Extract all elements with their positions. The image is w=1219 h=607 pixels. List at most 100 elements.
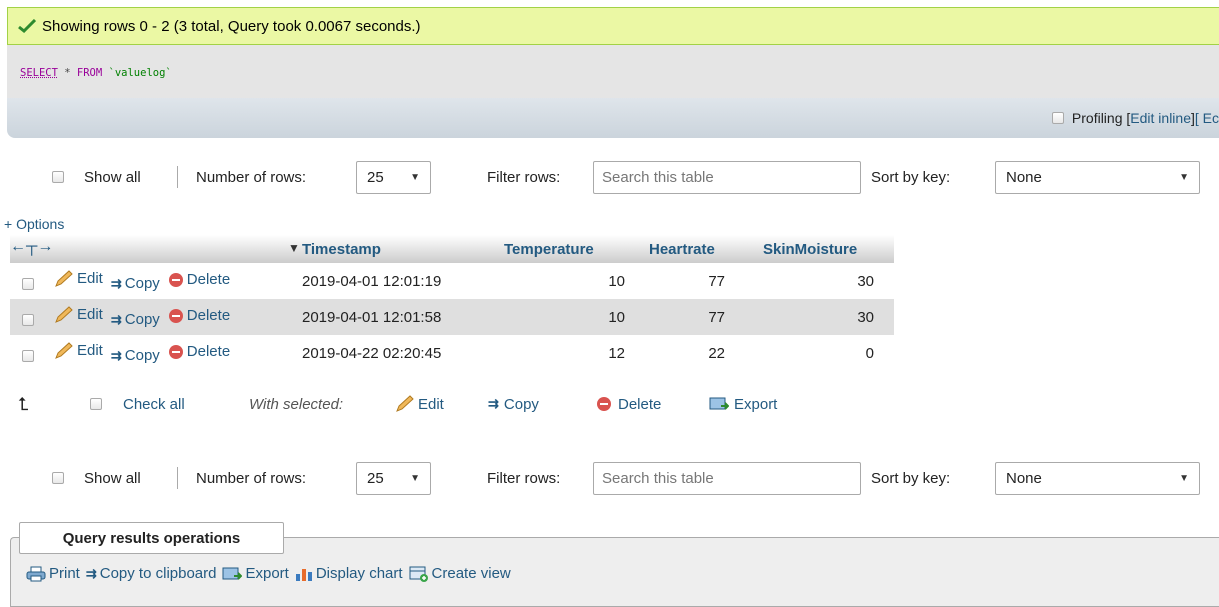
row-checkbox[interactable] [22, 349, 34, 362]
row-edit-button[interactable]: Edit [54, 342, 103, 360]
delete-icon [168, 272, 183, 287]
success-message: Showing rows 0 - 2 (3 total, Query took … [7, 7, 1219, 45]
number-of-rows-select[interactable]: 25 ▼ [356, 461, 431, 495]
delete-icon [597, 397, 611, 411]
row-copy-button[interactable]: ⇉ Copy [111, 347, 160, 364]
row-copy-button[interactable]: ⇉ Copy [111, 311, 160, 328]
number-of-rows-select[interactable]: 25 ▼ [356, 160, 431, 194]
export-link[interactable]: Export [222, 565, 289, 582]
create-view-link[interactable]: Create view [409, 565, 511, 582]
profiling-bar: Profiling [Edit inline] [ Ec [7, 98, 1219, 138]
column-header-skinmoisture[interactable]: SkinMoisture [755, 235, 894, 263]
sql-query: SELECT * FROM `valuelog` [20, 67, 172, 79]
row-delete-button[interactable]: Delete [168, 343, 230, 360]
profiling-label: Profiling [1071, 110, 1123, 126]
copy-icon: ⇉ [110, 275, 122, 291]
navigation-bottom: Show all Number of rows: 25 ▼ Filter rows… [0, 460, 1219, 496]
row-actions: Edit ⇉ Copy Delete [10, 299, 294, 335]
row-edit-button[interactable]: Edit [54, 270, 103, 288]
pencil-icon [55, 342, 73, 359]
arrow-up-left-icon: ⮤ [18, 393, 29, 414]
divider [177, 467, 178, 489]
results-table: ←┬→ ▼ Timestamp Temperature Heartrate Sk… [10, 235, 894, 371]
success-text: Showing rows 0 - 2 (3 total, Query took … [42, 17, 421, 35]
display-chart-link[interactable]: Display chart [295, 565, 403, 582]
pencil-icon [55, 270, 73, 287]
row-delete-button[interactable]: Delete [168, 307, 230, 324]
cell-temperature: 12 [608, 344, 625, 362]
cell-skinmoisture: 0 [865, 344, 874, 362]
create-view-icon [409, 566, 428, 582]
query-results-operations-title: Query results operations [19, 522, 284, 554]
table-row: Edit ⇉ Copy Delete 2019-04-01 12:01:58 10 7… [10, 299, 894, 335]
delete-icon [168, 344, 183, 359]
table-row: Edit ⇉ Copy Delete 2019-04-22 02:20:45 12 2… [10, 335, 894, 371]
row-checkbox[interactable] [22, 313, 34, 326]
dropdown-arrow-icon: ▼ [410, 171, 420, 183]
bar-chart-icon [295, 568, 312, 581]
filter-rows-input[interactable]: Search this table [593, 160, 861, 194]
show-all-checkbox[interactable] [52, 171, 64, 183]
edit-inline-link[interactable]: Edit inline [1130, 110, 1191, 126]
cell-skinmoisture: 30 [857, 272, 874, 290]
filter-rows-label: Filter rows: [487, 469, 561, 487]
resize-arrows-icon[interactable]: ←┬→ [10, 238, 53, 256]
copy-icon: ⇉ [110, 311, 122, 327]
sql-keyword-select[interactable]: SELECT [20, 67, 58, 79]
row-actions: Edit ⇉ Copy Delete [10, 335, 294, 371]
column-header-temperature[interactable]: Temperature [496, 235, 641, 263]
sql-query-box: SELECT * FROM `valuelog` [7, 45, 1219, 98]
row-copy-button[interactable]: ⇉ Copy [111, 275, 160, 292]
cell-heartrate: 22 [708, 344, 725, 362]
sort-by-key-label: Sort by key: [871, 168, 951, 186]
copy-icon: ⇉ [85, 565, 97, 581]
sort-by-key-select[interactable]: None ▼ [995, 160, 1200, 194]
navigation-top: Show all Number of rows: 25 ▼ Filter rows… [0, 159, 1219, 195]
bulk-edit-button[interactable]: Edit [395, 386, 444, 422]
delete-icon [168, 308, 183, 323]
dropdown-arrow-icon: ▼ [410, 472, 420, 484]
bulk-delete-button[interactable]: Delete [596, 386, 661, 422]
checkmark-icon [18, 19, 36, 33]
show-all-label: Show all [84, 469, 141, 487]
edit-link-truncated[interactable]: [ Ec [1195, 110, 1219, 126]
cell-heartrate: 77 [708, 272, 725, 290]
row-edit-button[interactable]: Edit [54, 306, 103, 324]
table-row: Edit ⇉ Copy Delete 2019-04-01 12:01:19 10 7… [10, 263, 894, 299]
cell-temperature: 10 [608, 272, 625, 290]
export-icon [222, 567, 243, 580]
number-of-rows-label: Number of rows: [196, 168, 307, 186]
print-link[interactable]: Print [26, 565, 80, 582]
show-all-checkbox[interactable] [52, 472, 64, 484]
copy-icon: ⇉ [110, 347, 122, 363]
sort-by-key-label: Sort by key: [871, 469, 951, 487]
copy-icon: ⇉ [488, 396, 499, 411]
divider [177, 166, 178, 188]
column-header-heartrate[interactable]: Heartrate [641, 235, 755, 263]
sort-by-key-select[interactable]: None ▼ [995, 461, 1200, 495]
number-of-rows-label: Number of rows: [196, 469, 307, 487]
column-header-timestamp[interactable]: Timestamp [294, 235, 496, 263]
filter-rows-input[interactable]: Search this table [593, 461, 861, 495]
sort-arrow-icon[interactable]: ▼ [288, 241, 300, 255]
cell-timestamp: 2019-04-22 02:20:45 [302, 344, 442, 362]
bulk-export-button[interactable]: Export [709, 386, 777, 422]
profiling-checkbox[interactable] [1051, 112, 1064, 124]
row-actions: Edit ⇉ Copy Delete [10, 263, 294, 299]
copy-to-clipboard-link[interactable]: ⇉ Copy to clipboard [86, 565, 217, 582]
cell-timestamp: 2019-04-01 12:01:19 [302, 272, 442, 290]
bulk-copy-button[interactable]: ⇉ Copy [488, 386, 539, 422]
row-delete-button[interactable]: Delete [168, 271, 230, 288]
pencil-icon [396, 395, 414, 412]
query-results-operations-links: Print ⇉ Copy to clipboard Export Display… [26, 565, 513, 582]
options-link[interactable]: + Options [4, 216, 64, 232]
row-checkbox[interactable] [22, 277, 34, 290]
pencil-icon [55, 306, 73, 323]
cell-heartrate: 77 [641, 299, 755, 335]
cell-temperature: 10 [496, 299, 641, 335]
cell-skinmoisture: 30 [755, 299, 894, 335]
with-selected-bar: ⮤ Check all With selected: Edit ⇉ Copy D… [0, 386, 900, 422]
column-controls-header: ←┬→ ▼ [10, 235, 300, 263]
check-all-checkbox[interactable] [90, 398, 102, 410]
check-all-label[interactable]: Check all [123, 386, 185, 422]
